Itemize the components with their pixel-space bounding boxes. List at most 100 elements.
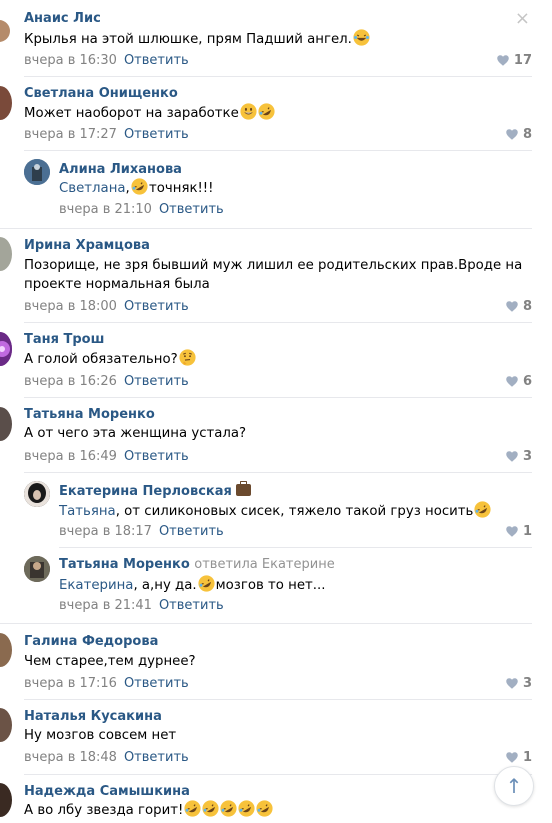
reply-link[interactable]: Ответить <box>124 299 189 314</box>
comment-meta: вчера в 21:41 Ответить <box>59 598 224 613</box>
scroll-up-button[interactable]: ↑ <box>494 766 534 806</box>
like-button[interactable]: 3 <box>506 449 532 464</box>
mention-link[interactable]: Светлана <box>59 181 126 196</box>
comment-author[interactable]: Анаис Лис <box>24 11 101 26</box>
rofl-emoji <box>474 501 491 518</box>
comment-text: Позорище, не зря бывший муж лишил ее род… <box>24 256 522 275</box>
comment-time[interactable]: вчера в 21:10 <box>59 202 152 217</box>
like-button[interactable]: 3 <box>506 676 532 691</box>
comment-author[interactable]: Алина Лиханова <box>59 162 182 177</box>
comment-text-body: Ну мозгов совсем нет <box>24 728 177 743</box>
divider <box>24 699 532 700</box>
mention-link[interactable]: Екатерина <box>59 578 133 593</box>
avatar[interactable] <box>0 86 12 120</box>
avatar[interactable] <box>24 481 50 507</box>
comment-author[interactable]: Наталья Кусакина <box>24 709 162 724</box>
rofl-emoji <box>198 575 215 592</box>
comment-author[interactable]: Светлана Онищенко <box>24 86 178 101</box>
like-button[interactable]: 8 <box>506 127 532 142</box>
like-count: 17 <box>513 53 532 68</box>
divider <box>24 774 532 775</box>
comment-text: Татьяна, от силиконовых сисек, тяжело та… <box>59 501 491 521</box>
comment-text-body: Может наоборот на заработке <box>24 106 239 121</box>
like-button[interactable]: 1 <box>506 524 532 539</box>
rofl-emoji <box>131 178 148 195</box>
comment-author-name: Екатерина Перловская <box>59 484 232 499</box>
reply-link[interactable]: Ответить <box>124 676 189 691</box>
avatar[interactable] <box>0 20 10 42</box>
comment-text: Чем старее,тем дурнее? <box>24 652 196 671</box>
reply-link[interactable]: Ответить <box>159 524 224 539</box>
heart-icon <box>497 55 509 66</box>
reply-link[interactable]: Ответить <box>159 202 224 217</box>
avatar[interactable] <box>0 633 12 667</box>
reply-to-label: ответила Екатерине <box>194 557 335 572</box>
like-button[interactable]: 8 <box>506 299 532 314</box>
like-button[interactable]: 17 <box>497 53 532 68</box>
comment-author[interactable]: Таня Трош <box>24 332 104 347</box>
comment-text-body: , а,ну да. <box>133 578 197 593</box>
divider <box>0 623 532 624</box>
comment-text-body: Крылья на этой шлюшке, прям Падший ангел… <box>24 32 352 47</box>
comment-time[interactable]: вчера в 18:48 <box>24 750 117 765</box>
rofl-emoji <box>202 800 219 817</box>
heart-icon <box>506 678 518 689</box>
comment-text-body: А во лбу звезда горит! <box>24 803 184 818</box>
like-button[interactable]: 6 <box>506 374 532 389</box>
comment-time[interactable]: вчера в 18:17 <box>59 524 152 539</box>
avatar[interactable] <box>24 556 50 582</box>
comment-text-line2: проекте нормальная была <box>24 277 210 292</box>
like-count: 8 <box>522 299 532 314</box>
like-count: 1 <box>522 524 532 539</box>
comment-time[interactable]: вчера в 18:00 <box>24 299 117 314</box>
comment-text: Екатерина, а,ну да. мозгов то нет... <box>59 575 325 595</box>
reply-link[interactable]: Ответить <box>124 750 189 765</box>
comment-time[interactable]: вчера в 16:30 <box>24 53 117 68</box>
reply-link[interactable]: Ответить <box>124 127 189 142</box>
reply-link[interactable]: Ответить <box>124 374 189 389</box>
divider <box>59 547 532 548</box>
reply-link[interactable]: Ответить <box>159 598 224 613</box>
reply-link[interactable]: Ответить <box>124 53 189 68</box>
comment-time[interactable]: вчера в 16:49 <box>24 449 117 464</box>
comment-text-tail: мозгов то нет... <box>215 578 326 593</box>
avatar[interactable] <box>0 332 12 366</box>
comment-time[interactable]: вчера в 17:16 <box>24 676 117 691</box>
comment-time[interactable]: вчера в 17:27 <box>24 127 117 142</box>
avatar[interactable] <box>0 407 12 441</box>
heart-icon <box>506 129 518 140</box>
comment-time[interactable]: вчера в 21:41 <box>59 598 152 613</box>
rofl-emoji <box>184 800 201 817</box>
comment-text: Может наоборот на заработке <box>24 103 275 123</box>
heart-icon <box>506 752 518 763</box>
comment-author[interactable]: Ирина Храмцова <box>24 238 150 253</box>
comment-author[interactable]: Галина Федорова <box>24 634 158 649</box>
divider <box>24 76 532 77</box>
like-count: 1 <box>522 750 532 765</box>
comment-author[interactable]: Екатерина Перловская <box>59 481 251 499</box>
comment-text: А голой обязательно? <box>24 349 196 369</box>
comment-meta: вчера в 16:26 Ответить <box>24 374 189 389</box>
avatar[interactable] <box>0 237 12 271</box>
thinking-emoji <box>179 349 196 366</box>
close-icon[interactable]: × <box>515 10 530 28</box>
comment-author[interactable]: Надежда Самышкина <box>24 784 190 799</box>
comment-author[interactable]: Татьяна Моренко ответила Екатерине <box>59 557 335 572</box>
comment-meta: вчера в 17:27 Ответить <box>24 127 189 142</box>
laugh-tears-emoji <box>353 29 370 46</box>
reply-link[interactable]: Ответить <box>124 449 189 464</box>
comment-time[interactable]: вчера в 16:26 <box>24 374 117 389</box>
mention-link[interactable]: Татьяна <box>59 504 116 519</box>
heart-icon <box>506 301 518 312</box>
comment-author[interactable]: Татьяна Моренко <box>24 407 155 422</box>
avatar[interactable] <box>0 783 12 817</box>
rofl-emoji <box>256 800 273 817</box>
comment-text-body: Позорище, не зря бывший муж лишил ее род… <box>24 258 523 273</box>
comment-meta: вчера в 18:17 Ответить <box>59 524 224 539</box>
divider <box>24 397 532 398</box>
avatar[interactable] <box>24 159 50 185</box>
comment-text-body: А от чего эта женщина устала? <box>24 426 247 441</box>
like-button[interactable]: 1 <box>506 750 532 765</box>
avatar[interactable] <box>0 708 12 742</box>
divider <box>0 228 532 229</box>
